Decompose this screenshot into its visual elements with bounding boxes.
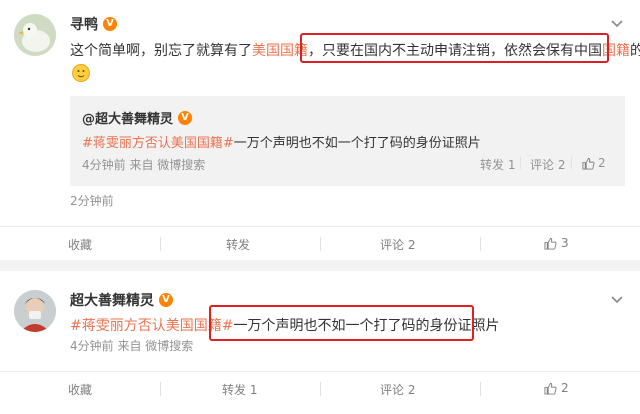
repost-content: #蒋雯丽方否认美国国籍#一万个声明也不如一个打了码的身份证照片 xyxy=(82,132,481,151)
chevron-down-icon[interactable] xyxy=(610,292,624,306)
username[interactable]: 寻鸭 V xyxy=(70,14,117,34)
repost-comment-count[interactable]: 评论 2 xyxy=(530,156,565,173)
forward-label: 转发 xyxy=(226,238,251,252)
forward-button[interactable]: 转发 1 xyxy=(222,381,257,398)
collect-button[interactable]: 收藏 xyxy=(68,381,92,398)
like-icon xyxy=(544,237,557,250)
like-count: 2 xyxy=(598,156,606,170)
comment-label: 评论 2 xyxy=(380,383,416,397)
divider xyxy=(520,157,521,169)
verified-badge-icon: V xyxy=(178,110,193,125)
comment-button[interactable]: 评论 2 xyxy=(380,236,415,253)
verified-badge-icon: V xyxy=(159,293,173,307)
forward-button[interactable]: 转发 xyxy=(226,236,250,253)
divider xyxy=(480,382,481,396)
topic-link[interactable]: #蒋雯丽方否认美国国籍# xyxy=(82,136,234,151)
collect-label: 收藏 xyxy=(68,238,93,252)
highlight-box xyxy=(300,33,609,63)
highlight-box xyxy=(209,305,474,341)
divider xyxy=(480,237,481,251)
content-text: 这个简单啊，别忘了就算有了 xyxy=(70,43,252,59)
collect-label: 收藏 xyxy=(68,383,93,397)
divider xyxy=(0,226,640,227)
divider xyxy=(320,237,321,251)
like-icon xyxy=(544,382,557,395)
repost-text: 一万个声明也不如一个打了码的身份证照片 xyxy=(233,136,481,151)
like-button[interactable]: 3 xyxy=(544,236,569,250)
post-time[interactable]: 2分钟前 xyxy=(70,192,114,209)
divider xyxy=(0,371,640,372)
divider xyxy=(160,237,161,251)
post-time-source[interactable]: 4分钟前 来自 微博搜索 xyxy=(70,337,193,354)
forward-label: 转发 1 xyxy=(222,383,258,397)
like-count: 2 xyxy=(561,381,569,395)
repost-like-button[interactable]: 2 xyxy=(582,156,606,170)
like-count: 3 xyxy=(561,236,569,250)
divider xyxy=(571,157,572,169)
divider xyxy=(160,382,161,396)
divider xyxy=(320,382,321,396)
like-icon xyxy=(582,157,595,170)
avatar[interactable] xyxy=(14,14,56,56)
repost-time-source: 4分钟前 来自 微博搜索 xyxy=(82,158,206,172)
repost-author[interactable]: @超大善舞精灵 V xyxy=(82,108,193,127)
comment-button[interactable]: 评论 2 xyxy=(380,381,415,398)
verified-badge-icon: V xyxy=(103,17,117,31)
emoji-icon xyxy=(72,64,90,82)
username[interactable]: 超大善舞精灵 V xyxy=(70,290,173,310)
repost-forward-count[interactable]: 转发 1 xyxy=(480,156,515,173)
content-text: 的 xyxy=(630,43,640,59)
like-button[interactable]: 2 xyxy=(544,381,569,395)
avatar[interactable] xyxy=(14,290,56,332)
comment-label: 评论 2 xyxy=(380,238,416,252)
username-text[interactable]: 超大善舞精灵 xyxy=(70,290,154,310)
repost-author-text[interactable]: @超大善舞精灵 xyxy=(82,108,173,127)
chevron-down-icon[interactable] xyxy=(610,16,624,30)
collect-button[interactable]: 收藏 xyxy=(68,236,92,253)
username-text[interactable]: 寻鸭 xyxy=(70,14,98,34)
